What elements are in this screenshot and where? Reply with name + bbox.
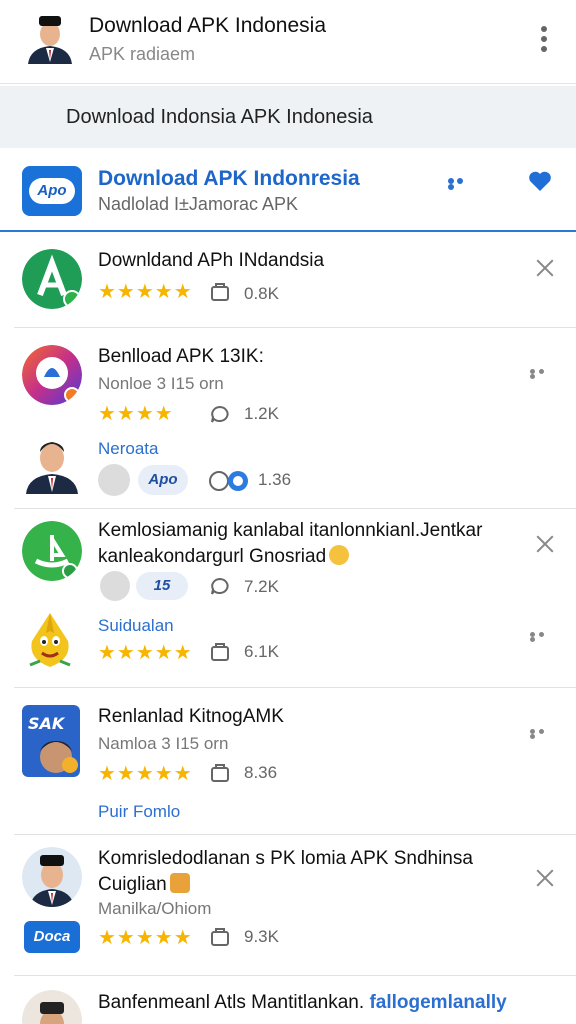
item-name-line1: Kemlosiamanig kanlabal itanlonnkianl.Jen… — [98, 520, 483, 541]
publisher-label[interactable]: Suidualan — [98, 616, 174, 636]
item-name-line2: Cuiglian — [98, 873, 190, 896]
item-name-line1: Komrisledodlanan s PK lomia APK Sndhinsa — [98, 848, 473, 869]
rating-stars: ★★★★★ — [98, 281, 193, 303]
person-avatar — [22, 847, 82, 907]
comment-icon — [211, 577, 229, 595]
publisher-label[interactable]: Puir Fomlo — [98, 802, 180, 822]
item-subtitle: Nonloe 3 I15 orn — [98, 374, 224, 393]
share-bubble-icon — [209, 471, 248, 491]
overflow-menu-icon[interactable] — [541, 26, 547, 56]
featured-title: Download APK Indonresia — [98, 167, 360, 190]
app-logo-icon — [22, 345, 82, 405]
list-item[interactable]: SAK Renlanlad KitnogAMK Namloa 3 I15 orn… — [0, 688, 576, 834]
item-subtitle: Namloa 3 I15 orn — [98, 734, 229, 753]
favorite-heart-icon[interactable] — [528, 170, 552, 192]
list-item[interactable]: Downldand APh INdandsia ★★★★★ 0.8K — [0, 233, 576, 327]
item-name: Downldand APh INdandsia — [98, 250, 325, 271]
user-avatar-icon — [100, 571, 130, 601]
header-subtitle: APK radiaem — [89, 44, 196, 64]
apo-icon-label: Apo — [29, 178, 75, 204]
emoji-icon — [169, 873, 190, 893]
app-logo-icon — [22, 521, 82, 581]
comment-count: 7.2K — [244, 577, 279, 596]
download-box-icon — [211, 643, 229, 661]
app-header: Download APK Indonesia APK radiaem — [0, 0, 576, 84]
game-app-icon: SAK — [22, 705, 80, 777]
item-name: Benlload APK 13IK: — [98, 346, 264, 367]
rating-stars: ★★★★★ — [98, 642, 193, 664]
download-box-icon — [211, 764, 229, 782]
rating-stars: ★★★★★ — [98, 927, 193, 949]
comment-count: 1.2K — [244, 404, 279, 423]
item-subtitle: Manilka/Ohiom — [98, 899, 212, 918]
close-icon[interactable] — [536, 259, 554, 277]
item-name: Banfenmeanl Atls Mantitlankan. fallogeml… — [98, 992, 507, 1013]
user-avatar-icon — [98, 464, 130, 496]
rating-stars: ★★★★ — [98, 403, 174, 425]
profile-avatar[interactable] — [26, 12, 74, 64]
item-name-line2: kanleakondargurl Gnosriad — [98, 545, 350, 568]
list-item[interactable]: Banfenmeanl Atls Mantitlankan. fallogeml… — [0, 976, 576, 1024]
featured-app[interactable]: Apo Download APK Indonresia Nadlolad I±J… — [0, 150, 576, 232]
brand-badge: Doca — [24, 921, 80, 953]
item-name: Renlanlad KitnogAMK — [98, 706, 284, 727]
download-count: 0.8K — [244, 284, 279, 303]
download-count: 6.1K — [244, 642, 279, 661]
app-logo-icon — [22, 249, 82, 309]
publisher-link[interactable]: fallogemlanally — [369, 992, 506, 1013]
featured-subtitle: Nadlolad I±Jamorac APK — [98, 194, 298, 214]
download-box-icon — [211, 283, 229, 301]
more-options-icon[interactable] — [530, 369, 554, 379]
publisher-label[interactable]: Neroata — [98, 439, 158, 459]
mascot-icon — [29, 613, 71, 667]
close-icon[interactable] — [536, 535, 554, 553]
svg-text:SAK: SAK — [28, 714, 66, 733]
apo-app-icon: Apo — [22, 166, 82, 216]
smile-emoji-icon — [329, 545, 350, 565]
apo-chip[interactable]: Apo — [138, 465, 188, 495]
download-count: 9.3K — [244, 927, 279, 946]
download-count: 8.36 — [244, 763, 278, 782]
share-count: 1.36 — [258, 470, 292, 489]
more-options-icon[interactable] — [448, 178, 472, 190]
person-avatar — [22, 990, 82, 1024]
header-title: Download APK Indonesia — [89, 14, 326, 37]
category-banner[interactable]: Download Indonsia APK Indonesia — [0, 86, 576, 218]
comment-icon — [211, 405, 229, 423]
more-options-icon[interactable] — [530, 632, 554, 642]
list-item[interactable]: Doca Komrisledodlanan s PK lomia APK Snd… — [0, 835, 576, 975]
list-item[interactable]: Benlload APK 13IK: Nonloe 3 I15 orn ★★★★… — [0, 328, 576, 508]
banner-text: Download Indonsia APK Indonesia — [66, 106, 373, 128]
person-avatar — [26, 442, 78, 494]
version-chip[interactable]: 15 — [136, 572, 188, 600]
rating-stars: ★★★★★ — [98, 763, 193, 785]
list-item[interactable]: Kemlosiamanig kanlabal itanlonnkianl.Jen… — [0, 509, 576, 687]
download-box-icon — [211, 928, 229, 946]
close-icon[interactable] — [536, 869, 554, 887]
more-options-icon[interactable] — [530, 729, 554, 739]
